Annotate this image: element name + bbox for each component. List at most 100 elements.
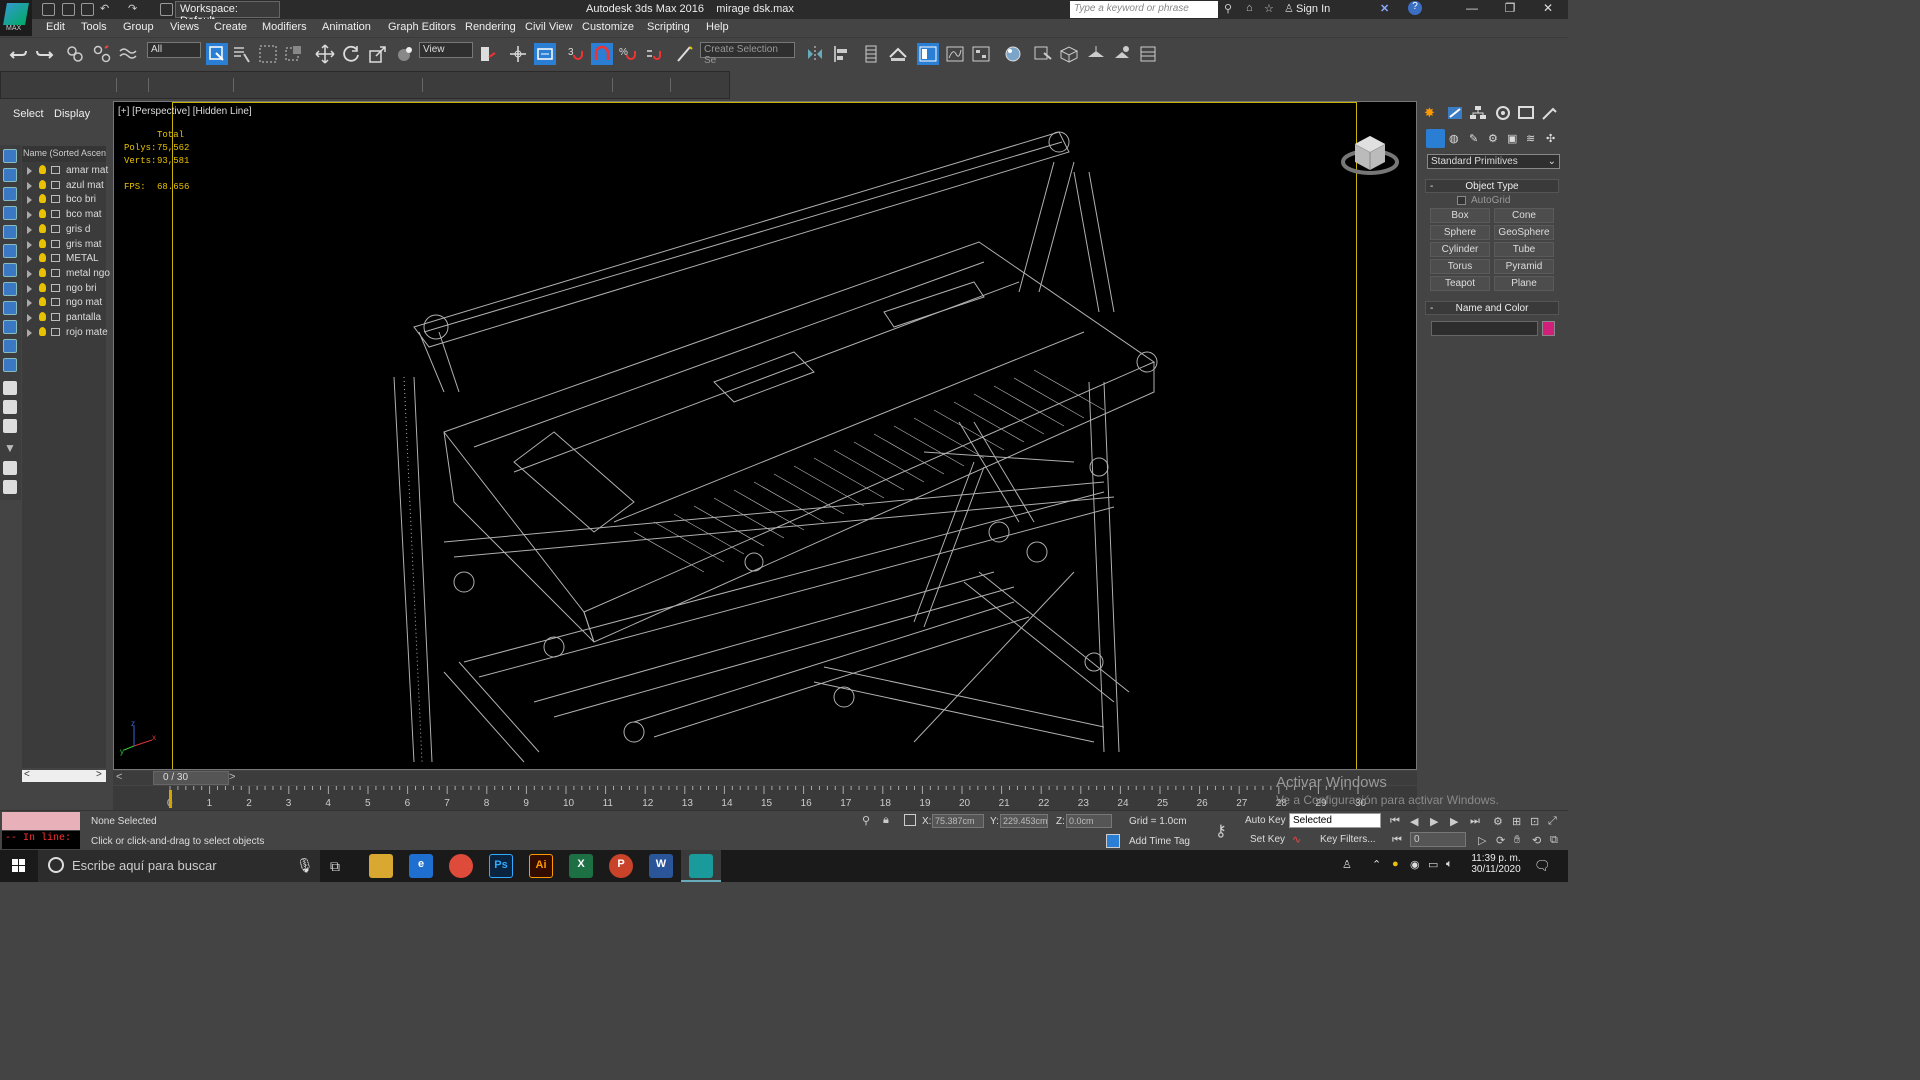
taskbar-search-box[interactable]: Escribe aquí para buscar 🎙︎	[38, 850, 320, 882]
list-item[interactable]: METAL	[22, 252, 106, 266]
illustrator-icon[interactable]: Ai	[529, 854, 553, 878]
undo-quick-icon[interactable]: ↶	[100, 2, 109, 15]
list-item[interactable]: pantalla	[22, 311, 106, 325]
current-frame-field[interactable]: 0	[1410, 832, 1466, 847]
scale-icon[interactable]	[367, 43, 389, 65]
keyboard-shortcut-override-icon[interactable]	[534, 43, 556, 65]
light-bulb-icon[interactable]	[39, 165, 46, 174]
menu-rendering[interactable]: Rendering	[465, 21, 516, 33]
tray-app-icon[interactable]: ●	[1392, 858, 1399, 870]
display-geometry-icon[interactable]	[3, 149, 17, 163]
windows-start-button[interactable]	[0, 850, 38, 882]
expand-arrow-icon[interactable]	[27, 167, 32, 175]
app-logo[interactable]: MAX	[0, 0, 32, 36]
find-icon[interactable]	[3, 461, 17, 475]
render-setup-icon[interactable]	[1032, 43, 1054, 65]
reference-coordinate-dropdown[interactable]: View	[419, 42, 473, 58]
microphone-icon[interactable]: 🎙︎	[296, 857, 314, 874]
redo-quick-icon[interactable]: ↷	[128, 2, 137, 15]
systems-category-icon[interactable]: ✣	[1546, 132, 1555, 145]
expand-arrow-icon[interactable]	[27, 240, 32, 249]
notifications-icon[interactable]: 🗨︎	[1534, 858, 1551, 874]
open-file-icon[interactable]	[62, 3, 75, 16]
schematic-view-icon[interactable]	[970, 43, 992, 65]
window-crossing-icon[interactable]	[283, 43, 305, 65]
object-name-field[interactable]	[1431, 321, 1538, 336]
expand-arrow-icon[interactable]	[27, 255, 32, 264]
tab-display[interactable]: Display	[54, 108, 90, 120]
list-item[interactable]: ngo bri	[22, 282, 106, 296]
key-selection-dropdown[interactable]: Selected	[1289, 813, 1381, 828]
next-frame-icon[interactable]: ▶	[1450, 815, 1464, 828]
list-item[interactable]: azul mat	[22, 179, 106, 193]
hierarchy-tab-icon[interactable]	[1469, 105, 1487, 121]
field-of-view-icon[interactable]: ▷	[1478, 834, 1492, 847]
utilities-tab-icon[interactable]	[1540, 105, 1558, 121]
volume-icon[interactable]: 🔈︎	[1446, 858, 1453, 871]
save-icon[interactable]	[81, 3, 94, 16]
menu-animation[interactable]: Animation	[322, 21, 371, 33]
exchange-icon[interactable]: ✕	[1380, 2, 1389, 15]
network-icon[interactable]: ▭	[1428, 858, 1438, 871]
list-item[interactable]: ngo mat	[22, 296, 106, 310]
modify-tab-icon[interactable]	[1446, 105, 1464, 121]
edge-icon[interactable]: e	[409, 854, 433, 878]
rotate-icon[interactable]	[340, 43, 362, 65]
default-in-out-tangent-icon[interactable]: ∿	[1292, 833, 1301, 846]
menu-customize[interactable]: Customize	[582, 21, 634, 33]
light-bulb-icon[interactable]	[39, 326, 46, 336]
toggle-ribbon-icon[interactable]	[887, 43, 909, 65]
object-type-rollout[interactable]: - Object Type	[1425, 179, 1559, 193]
spinner-snap-icon[interactable]	[643, 43, 665, 65]
menu-views[interactable]: Views	[170, 21, 199, 33]
display-cameras-icon[interactable]	[3, 206, 17, 220]
menu-graph-editors[interactable]: Graph Editors	[388, 21, 456, 33]
powerpoint-icon[interactable]: P	[609, 854, 633, 878]
subscription-icon[interactable]: ⌂	[1246, 2, 1253, 14]
select-manipulate-icon[interactable]	[507, 43, 529, 65]
helpers-category-icon[interactable]: ▣	[1507, 132, 1517, 145]
create-tab-icon[interactable]: ✸	[1424, 105, 1442, 121]
maxscript-inline-field[interactable]: -- In line:	[2, 831, 80, 849]
tray-chevron-icon[interactable]: ⌃	[1372, 858, 1381, 871]
motion-tab-icon[interactable]	[1494, 105, 1512, 121]
tube-button[interactable]: Tube	[1494, 242, 1554, 257]
filter-icon[interactable]: ▼	[4, 441, 16, 455]
selection-filter-dropdown[interactable]: All	[147, 42, 201, 58]
display-groups-icon[interactable]	[3, 263, 17, 277]
maxscript-listener-box[interactable]	[2, 812, 80, 830]
lock-selection-icon[interactable]: 🔒︎	[883, 814, 889, 827]
display-tab-icon[interactable]	[1517, 105, 1535, 121]
key-icon[interactable]: ⚷	[1215, 821, 1227, 841]
expand-arrow-icon[interactable]	[27, 299, 32, 308]
cylinder-button[interactable]: Cylinder	[1430, 242, 1490, 257]
display-containers-icon[interactable]	[3, 320, 17, 334]
unlink-icon[interactable]	[91, 43, 113, 65]
menu-civil-view[interactable]: Civil View	[525, 21, 572, 33]
teapot-button[interactable]: Teapot	[1430, 276, 1490, 291]
expand-arrow-icon[interactable]	[27, 181, 32, 190]
zoom-all-icon[interactable]: ⊡	[1530, 815, 1544, 828]
expand-arrow-icon[interactable]	[27, 225, 32, 234]
list-item[interactable]: bco mat	[22, 208, 106, 222]
time-slider[interactable]: < 0 / 30 >	[113, 771, 1417, 785]
set-key-button[interactable]: Set Key	[1250, 834, 1285, 845]
perspective-viewport[interactable]: [+] [Perspective] [Hidden Line] Total Po…	[113, 101, 1417, 770]
menu-tools[interactable]: Tools	[81, 21, 107, 33]
geosphere-button[interactable]: GeoSphere	[1494, 225, 1554, 240]
light-bulb-icon[interactable]	[39, 223, 46, 233]
photoshop-icon[interactable]: Ps	[489, 854, 513, 878]
box-button[interactable]: Box	[1430, 208, 1490, 223]
list-item[interactable]: gris mat	[22, 238, 106, 252]
autogrid-checkbox[interactable]	[1457, 196, 1466, 205]
pyramid-button[interactable]: Pyramid	[1494, 259, 1554, 274]
display-invert-icon[interactable]	[3, 419, 17, 433]
display-none-icon[interactable]	[3, 400, 17, 414]
pan-icon[interactable]: ✋︎	[1514, 834, 1528, 846]
rendered-frame-window-icon[interactable]	[1058, 43, 1080, 65]
expand-arrow-icon[interactable]	[27, 269, 32, 278]
previous-frame-icon[interactable]: ◀	[1410, 815, 1424, 828]
system-clock[interactable]: 11:39 p. m. 30/11/2020	[1466, 853, 1526, 875]
zoom-extents-icon[interactable]: ⊞	[1512, 815, 1526, 828]
name-and-color-rollout[interactable]: - Name and Color	[1425, 301, 1559, 315]
